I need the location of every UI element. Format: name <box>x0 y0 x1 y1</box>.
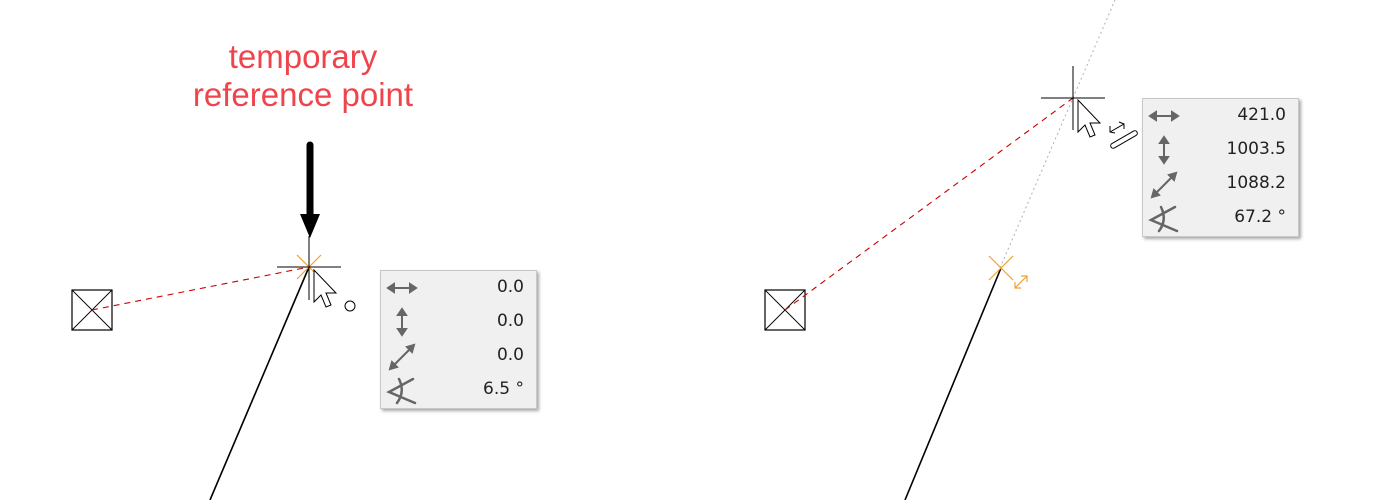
diagonal-distance-icon <box>1150 171 1178 199</box>
tooltip-value-dy: 0.0 <box>496 311 524 331</box>
mouse-pointer-icon <box>313 268 338 308</box>
dimension-tooltip-right: 421.0 1003.5 1088.2 67.2 ° <box>1142 98 1299 237</box>
rubber-band-line <box>91 266 310 311</box>
rubber-band-line <box>784 97 1074 311</box>
parallel-snap-icon <box>1109 121 1138 149</box>
wall-line <box>904 267 1002 500</box>
tooltip-row-distance: 0.0 <box>381 339 536 373</box>
tooltip-row-dy: 0.0 <box>381 305 536 339</box>
orange-resize-icon <box>1014 275 1028 289</box>
guide-line <box>999 0 1116 269</box>
tooltip-row-distance: 1088.2 <box>1143 167 1298 201</box>
tooltip-row-dx: 421.0 <box>1143 99 1298 133</box>
tooltip-value-dx: 421.0 <box>1237 105 1286 125</box>
tooltip-value-distance: 1088.2 <box>1226 173 1286 193</box>
annotation-line-2: reference point <box>192 76 414 113</box>
tooltip-row-dy: 1003.5 <box>1143 133 1298 167</box>
tooltip-row-angle: 6.5 ° <box>381 373 536 407</box>
vertical-distance-icon <box>396 307 408 337</box>
tooltip-value-dx: 0.0 <box>496 277 524 297</box>
annotation-line-1: temporary <box>228 38 378 75</box>
snap-mode-circle-icon <box>344 300 356 312</box>
angle-icon <box>386 377 417 405</box>
snap-point-icon <box>988 255 1014 281</box>
mouse-pointer-icon <box>1077 98 1102 138</box>
tooltip-value-angle: 6.5 ° <box>483 379 524 399</box>
left-panel <box>71 141 356 500</box>
dimension-tooltip-left: 0.0 0.0 0.0 6.5 ° <box>380 270 537 409</box>
annotation-label: temporary reference point <box>150 38 456 114</box>
wall-line <box>209 266 310 500</box>
tooltip-value-dy: 1003.5 <box>1226 139 1286 159</box>
horizontal-distance-icon <box>386 282 418 294</box>
horizontal-distance-icon <box>1148 110 1180 122</box>
angle-icon <box>1148 205 1179 233</box>
tooltip-row-angle: 67.2 ° <box>1143 201 1298 235</box>
vertical-distance-icon <box>1158 135 1170 165</box>
right-panel <box>764 0 1138 500</box>
tooltip-value-angle: 67.2 ° <box>1234 207 1286 227</box>
pointer-arrow-icon <box>300 141 320 238</box>
tooltip-row-dx: 0.0 <box>381 271 536 305</box>
diagonal-distance-icon <box>388 343 416 371</box>
tooltip-value-distance: 0.0 <box>496 345 524 365</box>
